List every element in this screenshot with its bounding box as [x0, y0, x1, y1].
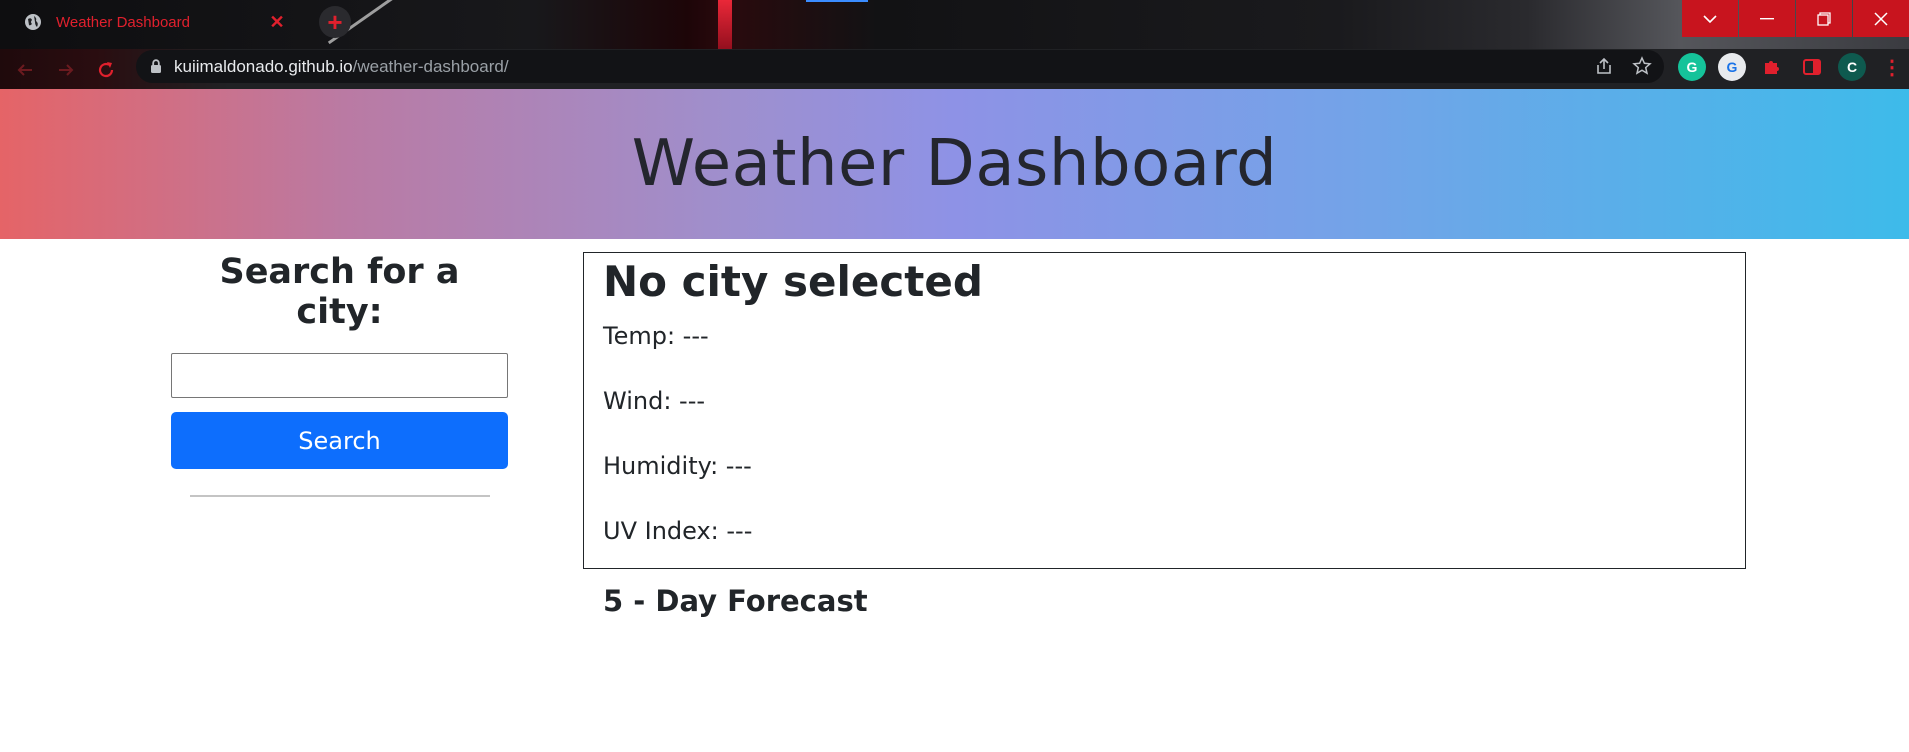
temp-value: Temp: ---	[603, 322, 709, 350]
browser-tab[interactable]: Weather Dashboard ✕	[8, 4, 308, 40]
city-search-input[interactable]	[171, 353, 508, 398]
tab-indicator	[806, 0, 868, 2]
current-weather-card: No city selected Temp: --- Wind: --- Hum…	[583, 252, 1746, 569]
extension-globe-icon[interactable]: G	[1718, 53, 1746, 81]
profile-avatar[interactable]: C	[1838, 53, 1866, 81]
page-header: Weather Dashboard	[0, 89, 1909, 239]
bookmark-star-icon[interactable]	[1632, 56, 1652, 81]
window-controls	[1681, 0, 1909, 37]
url-path: /weather-dashboard/	[352, 56, 509, 76]
forward-arrow-icon[interactable]	[55, 59, 77, 81]
search-heading: Search for a city:	[219, 252, 460, 332]
city-name: No city selected	[603, 257, 983, 306]
wind-value: Wind: ---	[603, 387, 706, 415]
search-button[interactable]: Search	[171, 412, 508, 469]
close-window-icon[interactable]	[1853, 0, 1909, 37]
tab-title: Weather Dashboard	[56, 13, 190, 31]
address-bar[interactable]: kuiimaldonado.github.io/weather-dashboar…	[136, 50, 1664, 83]
more-menu-icon[interactable]: ⋮	[1878, 53, 1906, 81]
browser-tabstrip: Weather Dashboard ✕ +	[0, 0, 1909, 49]
grammarly-icon[interactable]: G	[1678, 53, 1706, 81]
tab-close-icon[interactable]: ✕	[266, 11, 288, 33]
puzzle-icon[interactable]	[1758, 53, 1786, 81]
forecast-title: 5 - Day Forecast	[603, 584, 868, 618]
new-tab-button[interactable]: +	[319, 6, 351, 38]
wallpaper-red-glow	[718, 0, 732, 49]
humidity-value: Humidity: ---	[603, 452, 752, 480]
search-panel: Search for a city: Search	[171, 252, 508, 497]
page-title: Weather Dashboard	[631, 127, 1278, 201]
globe-icon	[24, 13, 42, 31]
restore-icon[interactable]	[1796, 0, 1852, 37]
share-icon[interactable]	[1594, 56, 1614, 81]
lock-icon	[150, 59, 162, 74]
back-arrow-icon[interactable]	[14, 59, 36, 81]
minimize-icon[interactable]	[1739, 0, 1795, 37]
uv-index-value: UV Index: ---	[603, 517, 753, 545]
tab-search-icon[interactable]	[1682, 0, 1738, 37]
reload-icon[interactable]	[95, 59, 117, 81]
extensions-bar: G G C ⋮	[1678, 53, 1906, 81]
sidepanel-icon[interactable]	[1798, 53, 1826, 81]
search-history-divider	[189, 495, 490, 497]
url-host: kuiimaldonado.github.io	[174, 56, 353, 76]
